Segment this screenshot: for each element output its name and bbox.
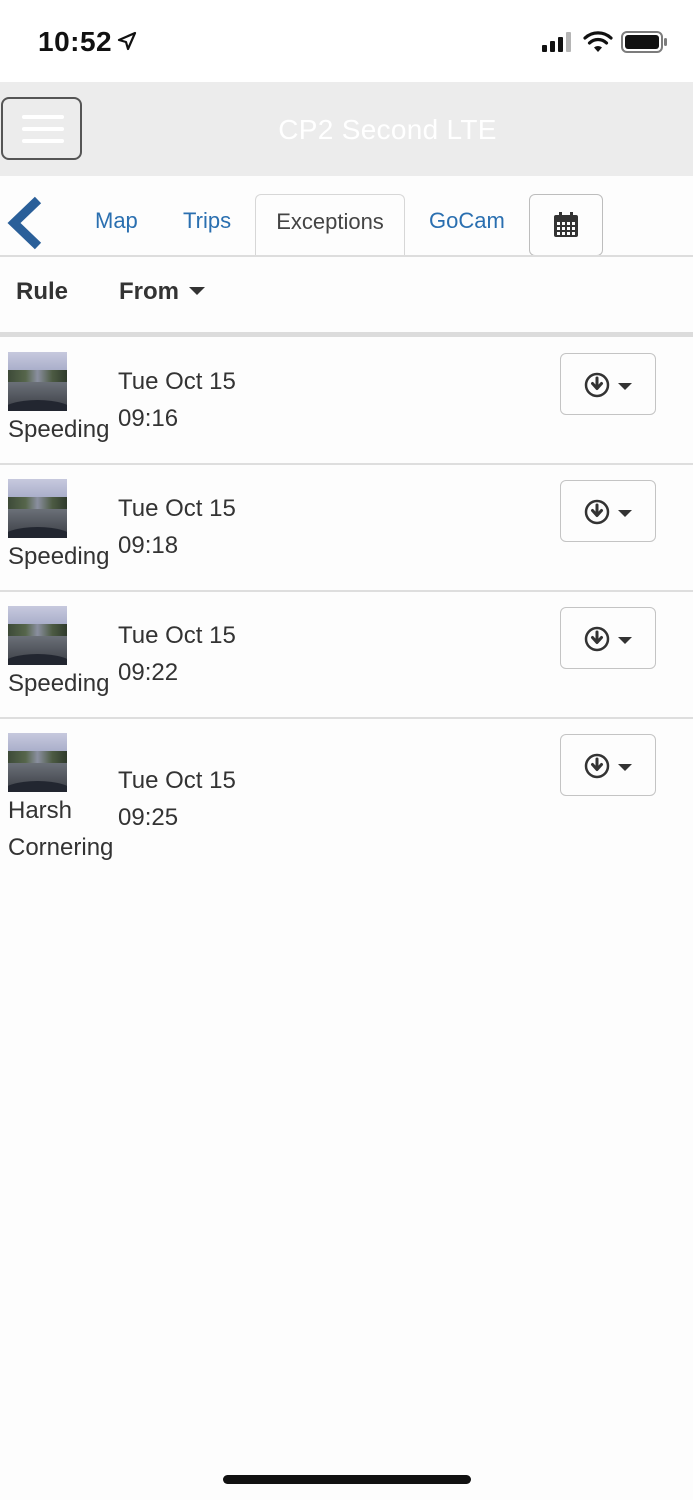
row-time: 09:16 (118, 405, 179, 432)
row-date: Tue Oct 15 (118, 495, 236, 522)
table-row[interactable]: Harsh Cornering Tue Oct 15 09:25 (0, 719, 693, 869)
status-time: 10:52 (38, 26, 113, 57)
row-time: 09:18 (118, 532, 179, 559)
camera-thumbnail[interactable] (8, 352, 67, 411)
calendar-button[interactable] (529, 194, 603, 256)
tab-map[interactable]: Map (95, 208, 138, 234)
column-rule[interactable]: Rule (16, 278, 68, 306)
rule-name-line1: Harsh (8, 797, 73, 824)
row-date: Tue Oct 15 (118, 622, 236, 649)
tab-bar: Map Trips Exceptions GoCam (0, 176, 693, 257)
table-row[interactable]: Speeding Tue Oct 15 09:22 (0, 592, 693, 719)
tab-gocam[interactable]: GoCam (429, 208, 505, 234)
download-dropdown-button[interactable] (560, 734, 656, 796)
table-row[interactable]: Speeding Tue Oct 15 09:18 (0, 465, 693, 592)
app-header: CP2 Second LTE (0, 82, 693, 176)
row-time: 09:25 (118, 804, 179, 831)
row-time: 09:22 (118, 659, 179, 686)
table-row[interactable]: Speeding Tue Oct 15 09:16 (0, 338, 693, 465)
row-date: Tue Oct 15 (118, 767, 236, 794)
download-circle-icon (584, 626, 632, 652)
tab-trips[interactable]: Trips (183, 208, 231, 234)
battery-icon (621, 31, 667, 53)
rule-name: Speeding (8, 670, 110, 697)
chevron-left-icon[interactable] (4, 196, 44, 250)
page-title: CP2 Second LTE (278, 114, 497, 145)
hamburger-menu-button[interactable] (1, 97, 82, 160)
download-circle-icon (584, 499, 632, 525)
divider (0, 332, 693, 337)
home-indicator[interactable] (223, 1475, 471, 1484)
download-circle-icon (584, 753, 632, 779)
tab-exceptions-label: Exceptions (276, 209, 384, 234)
rule-name-line2: Cornering (8, 834, 114, 861)
column-from[interactable]: From (119, 278, 179, 306)
wifi-icon (583, 31, 613, 52)
download-dropdown-button[interactable] (560, 353, 656, 415)
column-header: Rule From (0, 257, 693, 337)
camera-thumbnail[interactable] (8, 733, 67, 792)
download-dropdown-button[interactable] (560, 607, 656, 669)
location-arrow-icon (117, 31, 137, 51)
sort-caret-down-icon[interactable] (189, 287, 205, 295)
screen: 10:52 CP2 Second LTE Map Trips Exception… (0, 0, 693, 1500)
rule-name: Speeding (8, 416, 110, 443)
row-date: Tue Oct 15 (118, 368, 236, 395)
rule-name: Speeding (8, 543, 110, 570)
download-circle-icon (584, 372, 632, 398)
download-dropdown-button[interactable] (560, 480, 656, 542)
cellular-signal-icon (542, 32, 571, 52)
status-bar: 10:52 (0, 0, 693, 82)
tab-exceptions[interactable]: Exceptions (255, 194, 405, 257)
camera-thumbnail[interactable] (8, 479, 67, 538)
camera-thumbnail[interactable] (8, 606, 67, 665)
calendar-icon (554, 212, 578, 237)
